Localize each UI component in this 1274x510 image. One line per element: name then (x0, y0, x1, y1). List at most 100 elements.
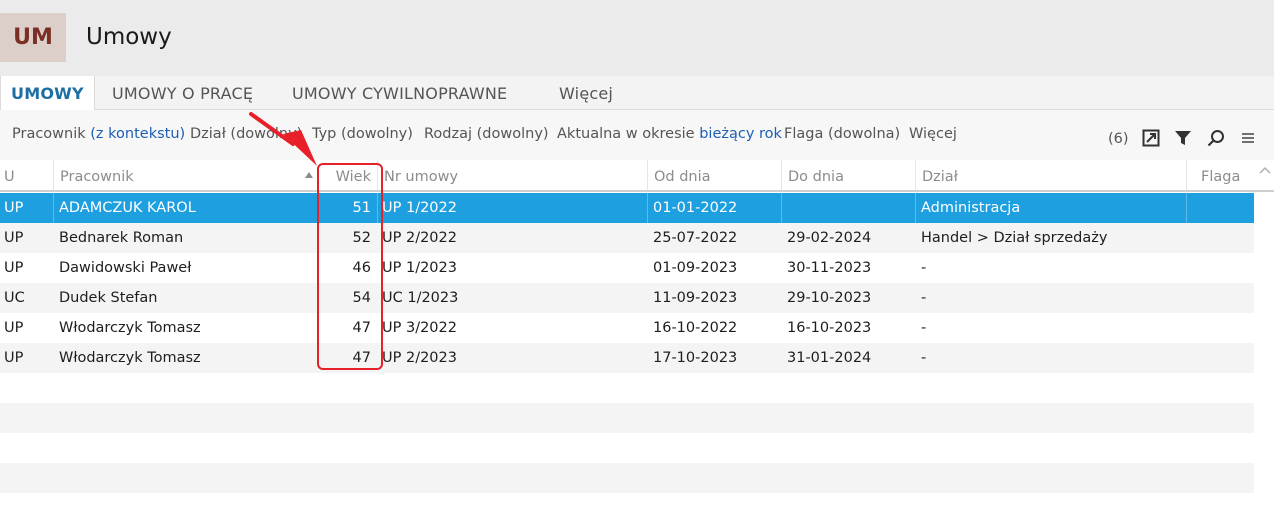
column-divider (915, 193, 916, 223)
cell-do-dnia: 29-02-2024 (787, 230, 872, 246)
record-count: (6) (1108, 131, 1129, 147)
cell-wiek: 47 (352, 350, 371, 366)
scroll-up-icon[interactable] (1258, 165, 1272, 175)
sort-ascending-icon (305, 172, 313, 178)
filter-pracownik-label: Pracownik (12, 126, 86, 142)
cell-do-dnia: 31-01-2024 (787, 350, 872, 366)
filter-aktualna-value[interactable]: bieżący rok (699, 126, 782, 142)
cell-pracownik: Włodarczyk Tomasz (59, 350, 201, 366)
cell-nr-umowy: UP 2/2022 (382, 230, 457, 246)
cell-dzial: - (921, 260, 927, 276)
cell-nr-umowy: UP 2/2023 (382, 350, 457, 366)
cell-dzial: Administracja (921, 200, 1021, 216)
cell-dzial: - (921, 320, 927, 336)
filter-pracownik-value[interactable]: (z kontekstu) (90, 126, 185, 142)
filter-dzial[interactable]: Dział (dowolny) (190, 126, 302, 142)
column-header-u[interactable]: U (0, 160, 53, 190)
filter-icon[interactable] (1173, 128, 1193, 148)
empty-row (0, 403, 1254, 433)
column-header-od-dnia[interactable]: Od dnia (647, 160, 781, 190)
cell-pracownik: Włodarczyk Tomasz (59, 320, 201, 336)
table-row[interactable]: UP ADAMCZUK KAROL 51 UP 1/2022 01-01-2022 Adm… (0, 193, 1254, 223)
cell-flaga (1192, 343, 1252, 373)
cell-dzial: - (921, 350, 927, 366)
table-body: UP ADAMCZUK KAROL 51 UP 1/2022 01-01-2022 Adm… (0, 193, 1254, 493)
cell-u: UP (4, 320, 24, 336)
cell-flaga (1192, 313, 1252, 343)
column-divider (1186, 193, 1187, 223)
filter-rodzaj[interactable]: Rodzaj (dowolny) (424, 126, 549, 142)
cell-u: UP (4, 230, 24, 246)
column-header-flaga[interactable]: Flaga (1186, 160, 1254, 190)
cell-dzial: Handel > Dział sprzedaży (921, 230, 1108, 246)
cell-od-dnia: 25-07-2022 (653, 230, 738, 246)
cell-wiek: 51 (352, 200, 371, 216)
tab-wiecej[interactable]: Więcej (559, 76, 613, 110)
table-header: U Pracownik Wiek Nr umowy Od dnia Do dni… (0, 160, 1274, 192)
cell-nr-umowy: UP 3/2022 (382, 320, 457, 336)
cell-pracownik: Bednarek Roman (59, 230, 184, 246)
column-header-dzial[interactable]: Dział (915, 160, 1186, 190)
tab-umowy[interactable]: UMOWY (0, 76, 95, 111)
cell-u: UP (4, 260, 24, 276)
filter-flaga[interactable]: Flaga (dowolna) (784, 126, 900, 142)
tab-bar: UMOWY UMOWY O PRACĘ UMOWY CYWILNOPRAWNE … (0, 76, 1274, 111)
empty-row (0, 463, 1254, 493)
export-icon[interactable] (1141, 128, 1161, 148)
cell-flaga (1192, 193, 1252, 223)
cell-pracownik: Dawidowski Paweł (59, 260, 192, 276)
cell-wiek: 52 (352, 230, 371, 246)
cell-wiek: 46 (352, 260, 371, 276)
cell-flaga (1192, 283, 1252, 313)
filter-typ[interactable]: Typ (dowolny) (312, 126, 413, 142)
cell-wiek: 47 (352, 320, 371, 336)
column-divider (781, 193, 782, 223)
cell-nr-umowy: UC 1/2023 (382, 290, 459, 306)
filter-aktualna[interactable]: Aktualna w okresie bieżący rok (557, 126, 782, 142)
table-row[interactable]: UP Włodarczyk Tomasz 47 UP 3/2022 16-10-2022… (0, 313, 1254, 343)
tab-umowy-o-prace[interactable]: UMOWY O PRACĘ (112, 76, 253, 110)
filter-wiecej[interactable]: Więcej (909, 126, 957, 142)
cell-do-dnia: 29-10-2023 (787, 290, 872, 306)
empty-row (0, 373, 1254, 403)
cell-flaga (1192, 223, 1252, 253)
cell-nr-umowy: UP 1/2023 (382, 260, 457, 276)
cell-od-dnia: 01-01-2022 (653, 200, 738, 216)
cell-dzial: - (921, 290, 927, 306)
cell-u: UP (4, 350, 24, 366)
column-divider (647, 193, 648, 223)
empty-row (0, 433, 1254, 463)
filter-pracownik[interactable]: Pracownik (z kontekstu) (12, 126, 185, 142)
cell-flaga (1192, 253, 1252, 283)
cell-pracownik: ADAMCZUK KAROL (59, 200, 196, 216)
cell-wiek: 54 (352, 290, 371, 306)
cell-od-dnia: 01-09-2023 (653, 260, 738, 276)
column-header-nr-umowy[interactable]: Nr umowy (377, 160, 647, 190)
table-row[interactable]: UC Dudek Stefan 54 UC 1/2023 11-09-2023 29-10… (0, 283, 1254, 313)
cell-od-dnia: 17-10-2023 (653, 350, 738, 366)
column-header-do-dnia[interactable]: Do dnia (781, 160, 915, 190)
tab-umowy-cywilnoprawne[interactable]: UMOWY CYWILNOPRAWNE (292, 76, 507, 110)
cell-u: UC (4, 290, 25, 306)
cell-pracownik: Dudek Stefan (59, 290, 158, 306)
column-header-wiek[interactable]: Wiek (319, 160, 377, 190)
cell-do-dnia: 16-10-2023 (787, 320, 872, 336)
cell-do-dnia (787, 193, 912, 223)
table-row[interactable]: UP Włodarczyk Tomasz 47 UP 2/2023 17-10-2023… (0, 343, 1254, 373)
cell-od-dnia: 11-09-2023 (653, 290, 738, 306)
filter-bar: Pracownik (z kontekstu) Dział (dowolny) … (0, 110, 1274, 160)
table-row[interactable]: UP Dawidowski Paweł 46 UP 1/2023 01-09-2023 3… (0, 253, 1254, 283)
column-divider (377, 193, 378, 223)
cell-od-dnia: 16-10-2022 (653, 320, 738, 336)
page-title: Umowy (86, 24, 172, 50)
cell-do-dnia: 30-11-2023 (787, 260, 872, 276)
app-header: UM Umowy (0, 0, 1274, 76)
column-header-pracownik[interactable]: Pracownik (53, 160, 319, 190)
filter-aktualna-label: Aktualna w okresie (557, 126, 695, 142)
cell-nr-umowy: UP 1/2022 (382, 200, 457, 216)
table-row[interactable]: UP Bednarek Roman 52 UP 2/2022 25-07-2022 29-… (0, 223, 1254, 253)
column-divider (53, 193, 54, 223)
app-badge: UM (0, 13, 66, 62)
menu-icon[interactable] (1240, 128, 1256, 148)
search-icon[interactable] (1206, 128, 1226, 148)
